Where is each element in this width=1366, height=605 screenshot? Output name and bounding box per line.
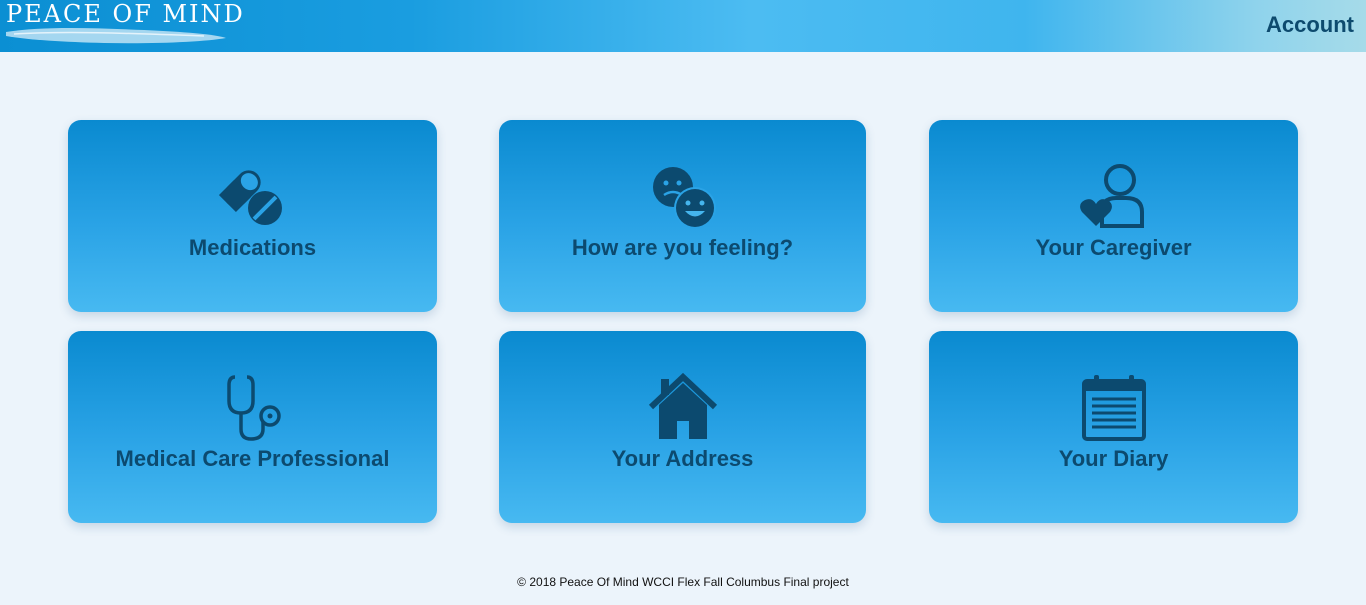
top-header: PEACE OF MIND Account: [0, 0, 1366, 52]
tile-label: Your Caregiver: [1035, 235, 1192, 260]
tile-medications[interactable]: Medications: [68, 120, 437, 312]
logo-swoosh-icon: [6, 28, 226, 44]
caregiver-heart-icon: [1079, 164, 1144, 228]
tile-label: How are you feeling?: [571, 235, 794, 260]
tile-address[interactable]: Your Address: [499, 331, 866, 523]
account-link[interactable]: Account: [1266, 12, 1354, 38]
tile-label: Medical Care Professional: [115, 446, 390, 471]
tile-medical-professional[interactable]: Medical Care Professional: [68, 331, 437, 523]
stethoscope-icon: [226, 375, 281, 441]
tile-diary[interactable]: Your Diary: [929, 331, 1298, 523]
tile-caregiver[interactable]: Your Caregiver: [929, 120, 1298, 312]
tile-label: Medications: [188, 235, 317, 260]
footer-copyright: © 2018 Peace Of Mind WCCI Flex Fall Colu…: [517, 575, 849, 589]
logo[interactable]: PEACE OF MIND: [4, 0, 243, 48]
tile-feeling[interactable]: How are you feeling?: [499, 120, 866, 312]
calendar-notepad-icon: [1081, 375, 1146, 441]
tile-label: Your Address: [611, 446, 754, 471]
pills-icon: [218, 170, 282, 225]
tile-label: Your Diary: [1058, 446, 1169, 471]
mood-faces-icon: [652, 167, 716, 229]
home-icon: [648, 373, 717, 439]
